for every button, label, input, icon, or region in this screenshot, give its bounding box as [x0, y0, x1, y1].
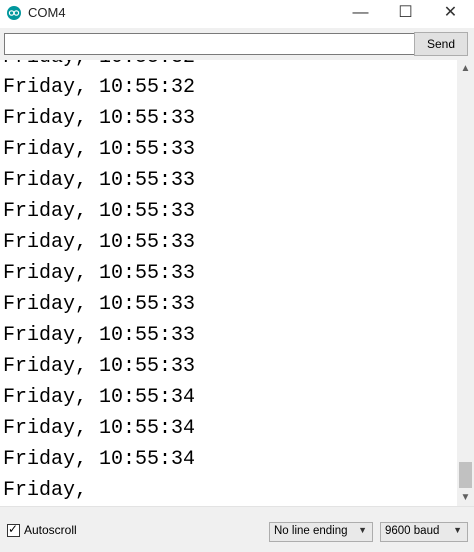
output-line: Friday, 10:55:32: [3, 76, 196, 99]
output-line: Friday, 10:55:33: [3, 262, 196, 285]
output-line: Friday, 10:55:33: [3, 138, 196, 161]
line-ending-select[interactable]: No line ending ▼: [269, 522, 373, 542]
minimize-button[interactable]: —: [338, 0, 383, 28]
output-line: Friday, 10:55:33: [3, 169, 196, 192]
serial-input[interactable]: [4, 33, 415, 55]
output-line: Friday, 10:55:33: [3, 324, 196, 347]
bottom-bar: ✓ Autoscroll No line ending ▼ 9600 baud …: [0, 506, 474, 552]
output-line: Friday, 10:55:32: [3, 60, 195, 70]
serial-output: Friday, 10:55:32 Friday, 10:55:32 Friday…: [0, 60, 457, 506]
output-line: Friday, 10:55:34: [3, 386, 196, 409]
maximize-button[interactable]: ☐: [383, 0, 428, 28]
baud-rate-value: 9600 baud: [385, 525, 440, 537]
send-button[interactable]: Send: [414, 32, 468, 56]
autoscroll-label: Autoscroll: [24, 523, 77, 537]
output-line: Friday, 10:55:33: [3, 231, 196, 254]
checkmark-icon: ✓: [8, 522, 19, 536]
output-line: Friday, 10:55:34: [3, 448, 196, 471]
title-bar: COM4 — ☐ ✕: [0, 0, 474, 28]
output-line: Friday,: [3, 479, 88, 502]
baud-rate-select[interactable]: 9600 baud ▼: [380, 522, 468, 542]
send-row: Send: [0, 28, 474, 60]
scrollbar-thumb[interactable]: [459, 462, 472, 488]
output-line: Friday, 10:55:33: [3, 355, 196, 378]
close-button[interactable]: ✕: [428, 0, 473, 28]
window-title: COM4: [28, 5, 66, 20]
vertical-scrollbar[interactable]: ▲ ▼: [457, 60, 474, 506]
output-line: Friday, 10:55:33: [3, 293, 196, 316]
output-line: Friday, 10:55:33: [3, 107, 196, 130]
output-line: Friday, 10:55:33: [3, 200, 196, 223]
autoscroll-checkbox[interactable]: ✓: [7, 522, 20, 537]
chevron-down-icon: ▼: [453, 525, 462, 535]
line-ending-value: No line ending: [274, 525, 348, 537]
scroll-down-arrow-icon[interactable]: ▼: [457, 489, 474, 506]
arduino-logo-icon: [7, 6, 21, 20]
scroll-up-arrow-icon[interactable]: ▲: [457, 60, 474, 77]
output-line: Friday, 10:55:34: [3, 417, 196, 440]
chevron-down-icon: ▼: [358, 525, 367, 535]
